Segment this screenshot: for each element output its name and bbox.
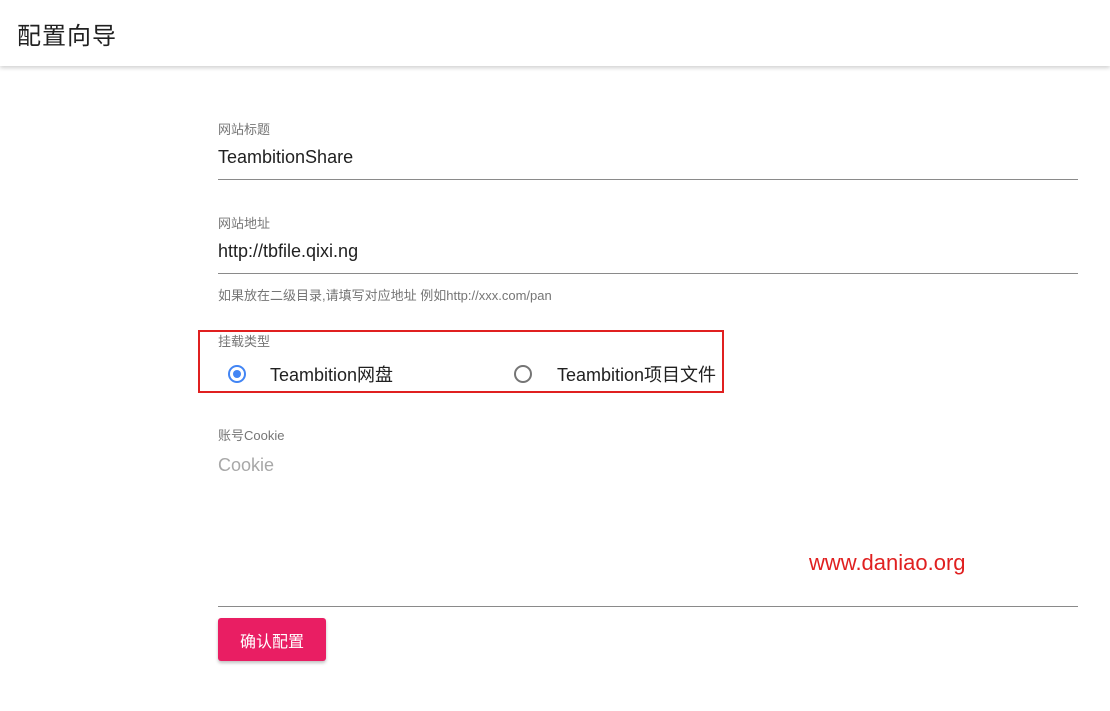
- site-title-label: 网站标题: [218, 122, 271, 137]
- highlight-annotation-box: [198, 330, 724, 393]
- site-url-input[interactable]: [218, 241, 1078, 262]
- site-url-hint: 如果放在二级目录,请填写对应地址 例如http://xxx.com/pan: [218, 288, 552, 303]
- site-title-input[interactable]: [218, 147, 1078, 168]
- watermark-text: www.daniao.org: [809, 550, 966, 575]
- page-title: 配置向导: [17, 23, 117, 50]
- site-url-label: 网站地址: [218, 216, 271, 231]
- cookie-label: 账号Cookie: [218, 428, 285, 443]
- confirm-config-button[interactable]: 确认配置: [218, 618, 326, 661]
- cookie-textarea[interactable]: Cookie: [218, 455, 274, 476]
- site-title-underline: [218, 179, 1078, 180]
- cookie-underline: [218, 606, 1078, 607]
- top-app-bar: 配置向导: [0, 0, 1110, 66]
- site-url-underline: [218, 273, 1078, 274]
